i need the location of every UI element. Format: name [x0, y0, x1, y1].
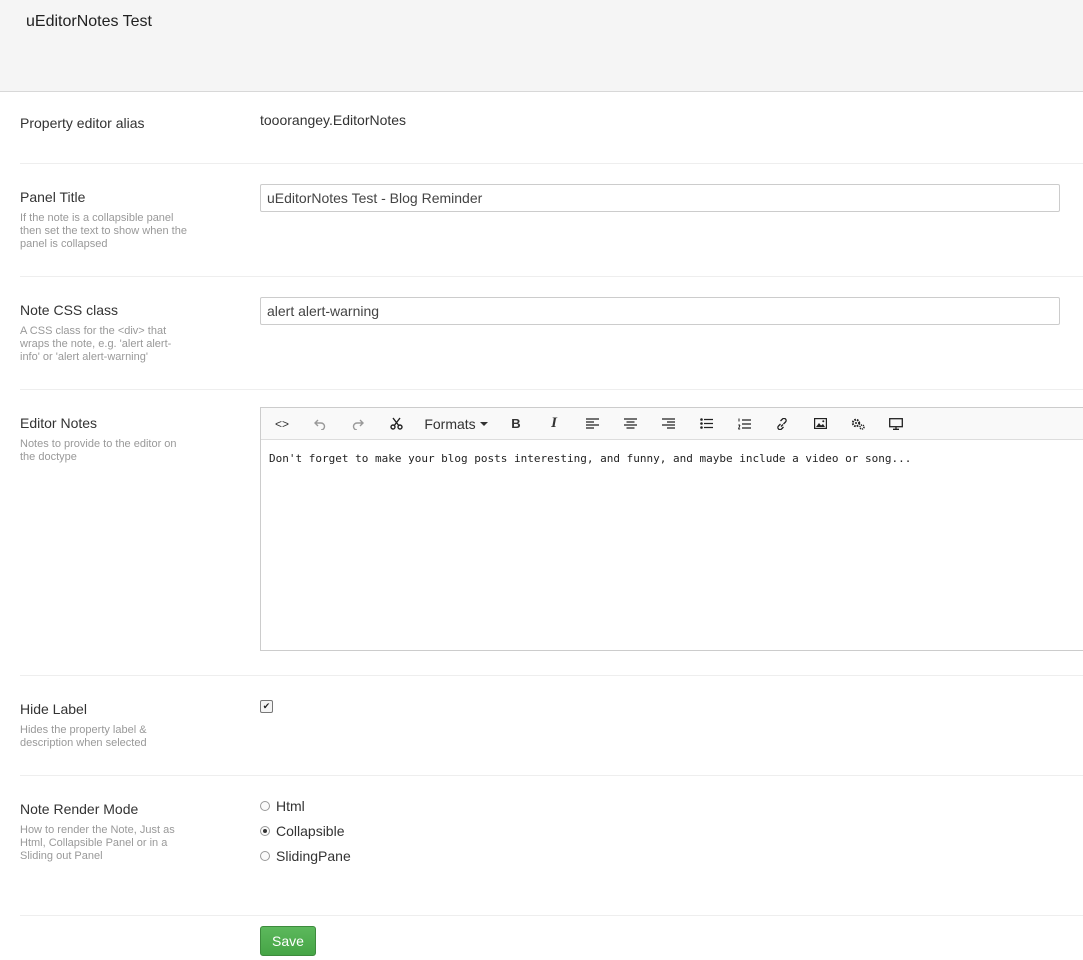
- numbered-list-icon[interactable]: [725, 408, 763, 440]
- hide-label-description: Hides the property label & description w…: [20, 724, 147, 749]
- radio-html[interactable]: [260, 800, 270, 811]
- render-mode-options: Html Collapsible SlidingPane: [260, 793, 351, 868]
- radio-option-slidingpane[interactable]: SlidingPane: [260, 843, 351, 868]
- note-css-input[interactable]: alert alert-warning: [260, 297, 1060, 325]
- radio-collapsible[interactable]: [260, 825, 270, 836]
- radio-slidingpane-label: SlidingPane: [276, 847, 351, 864]
- editor-content[interactable]: Don't forget to make your blog posts int…: [261, 440, 1083, 477]
- alias-label: Property editor alias: [20, 115, 145, 131]
- macro-settings-icon[interactable]: [839, 408, 877, 440]
- page-title: uEditorNotes Test: [26, 13, 152, 30]
- note-css-description: A CSS class for the <div> that wraps the…: [20, 325, 172, 363]
- render-mode-label: Note Render Mode: [20, 801, 139, 817]
- editor-notes-label: Editor Notes: [20, 415, 98, 431]
- page-header: uEditorNotes Test: [0, 0, 1083, 92]
- fullscreen-preview-icon[interactable]: [877, 408, 915, 440]
- panel-title-row: Panel Title If the note is a collapsible…: [20, 164, 1083, 277]
- panel-title-label-block: Panel Title If the note is a collapsible…: [20, 189, 190, 251]
- radio-option-collapsible[interactable]: Collapsible: [260, 818, 351, 843]
- radio-slidingpane[interactable]: [260, 850, 270, 861]
- panel-title-label: Panel Title: [20, 189, 86, 205]
- formats-dropdown[interactable]: Formats: [415, 408, 497, 440]
- checkmark-icon: ✔: [262, 701, 271, 711]
- panel-title-input[interactable]: uEditorNotes Test - Blog Reminder: [260, 184, 1060, 212]
- hide-label-value: ✔: [260, 700, 273, 713]
- radio-html-label: Html: [276, 797, 305, 814]
- align-center-icon[interactable]: [611, 408, 649, 440]
- source-code-icon[interactable]: <>: [263, 408, 301, 440]
- cut-icon[interactable]: [377, 408, 415, 440]
- image-icon[interactable]: [801, 408, 839, 440]
- bullet-list-icon[interactable]: [687, 408, 725, 440]
- redo-icon[interactable]: [339, 408, 377, 440]
- rich-text-editor: <> Formats B I Don't forget to make your…: [260, 407, 1083, 651]
- bold-icon[interactable]: B: [497, 408, 535, 440]
- align-left-icon[interactable]: [573, 408, 611, 440]
- render-mode-label-block: Note Render Mode How to render the Note,…: [20, 801, 190, 863]
- hide-label-row: Hide Label Hides the property label & de…: [20, 676, 1083, 776]
- align-right-icon[interactable]: [649, 408, 687, 440]
- save-button[interactable]: Save: [260, 926, 316, 956]
- panel-title-description: If the note is a collapsible panel then …: [20, 212, 187, 250]
- hide-label-label: Hide Label: [20, 701, 87, 717]
- alias-value: tooorangey.EditorNotes: [260, 112, 407, 128]
- undo-icon[interactable]: [301, 408, 339, 440]
- note-css-row: Note CSS class A CSS class for the <div>…: [20, 277, 1083, 390]
- render-mode-description: How to render the Note, Just as Html, Co…: [20, 824, 175, 862]
- alias-row: Property editor alias tooorangey.EditorN…: [20, 93, 1083, 164]
- italic-icon[interactable]: I: [535, 408, 573, 440]
- editor-notes-label-block: Editor Notes Notes to provide to the edi…: [20, 415, 190, 464]
- panel-title-value: uEditorNotes Test - Blog Reminder: [260, 184, 1060, 212]
- editor-notes-description: Notes to provide to the editor on the do…: [20, 438, 177, 463]
- note-css-value: alert alert-warning: [260, 297, 1060, 325]
- radio-option-html[interactable]: Html: [260, 793, 351, 818]
- caret-down-icon: [479, 421, 488, 426]
- note-css-label: Note CSS class: [20, 302, 119, 318]
- formats-label: Formats: [424, 415, 476, 432]
- render-mode-row: Note Render Mode How to render the Note,…: [20, 776, 1083, 916]
- editor-toolbar: <> Formats B I: [261, 408, 1083, 440]
- note-css-label-block: Note CSS class A CSS class for the <div>…: [20, 302, 190, 364]
- link-icon[interactable]: [763, 408, 801, 440]
- radio-collapsible-label: Collapsible: [276, 822, 345, 839]
- hide-label-checkbox[interactable]: ✔: [260, 700, 273, 713]
- alias-label-block: Property editor alias: [20, 115, 190, 131]
- editor-notes-row: Editor Notes Notes to provide to the edi…: [20, 390, 1083, 676]
- hide-label-label-block: Hide Label Hides the property label & de…: [20, 701, 190, 750]
